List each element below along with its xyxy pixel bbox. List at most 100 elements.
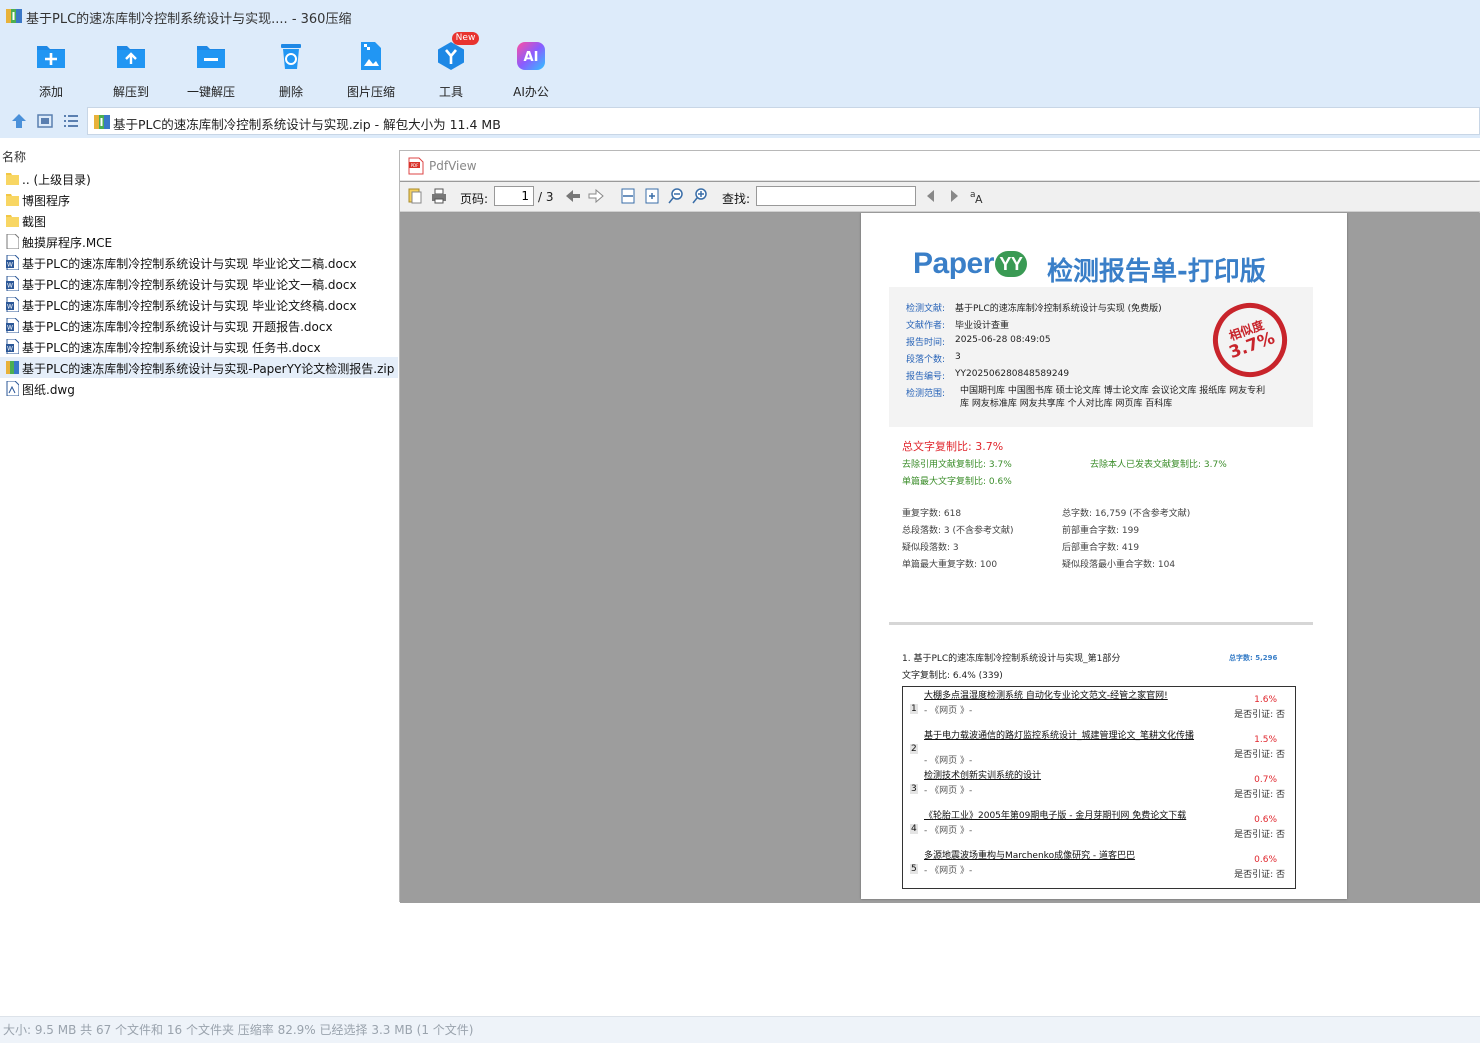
image-compress-button[interactable]: 图片压缩 [333, 39, 409, 101]
address-bar: 基于PLC的速冻库制冷控制系统设计与实现.zip - 解包大小为 11.4 MB [0, 103, 1480, 138]
up-arrow-icon[interactable] [10, 112, 28, 130]
one-click-extract-button[interactable]: 一键解压 [173, 39, 249, 101]
stat-item: 前部重合字数: 199 [1062, 526, 1140, 536]
source-title-link[interactable]: 基于电力载波通信的路灯监控系统设计_城建管理论文_笔耕文化传播 [924, 731, 1212, 742]
print-icon[interactable] [430, 187, 448, 205]
pdf-viewer-titlebar: PDF PdfView [400, 151, 1480, 181]
match-case-icon[interactable]: aA [969, 187, 987, 205]
file-name: 博图程序 [22, 194, 71, 208]
main-toolbar: 添加 解压到 一键解压 删除 图片压缩 工具 AI AI办公 [0, 33, 1480, 103]
path-text: 基于PLC的速冻库制冷控制系统设计与实现.zip - 解包大小为 11.4 MB [113, 117, 501, 132]
svg-text:W: W [7, 325, 13, 332]
folder-icon [6, 192, 19, 207]
pdf-viewer-title: PdfView [429, 159, 477, 173]
archive-window: 基于PLC的速冻库制冷控制系统设计与实现.... - 360压缩 添加 解压到 … [0, 0, 1480, 1043]
zoom-out-icon[interactable] [667, 187, 685, 205]
stat-item: 总字数: 16,759 (不含参考文献) [1062, 509, 1191, 519]
file-name: 图纸.dwg [22, 383, 75, 397]
page-total: / 3 [538, 190, 554, 204]
file-list: 名称 .. (上级目录) 博图程序 截图 触摸屏程序.MCE W 基于PLC的速冻库制冷控… [0, 144, 398, 1016]
source-cited: 是否引证: 否 [1234, 790, 1285, 800]
fit-page-icon[interactable] [643, 187, 661, 205]
file-row[interactable]: W 基于PLC的速冻库制冷控制系统设计与实现 毕业论文二稿.docx [0, 252, 398, 273]
thumbnail-view-icon[interactable] [36, 112, 54, 130]
file-row[interactable]: W 基于PLC的速冻库制冷控制系统设计与实现 毕业论文一稿.docx [0, 273, 398, 294]
source-percent: 1.5% [1254, 735, 1277, 745]
source-title-link[interactable]: 大棚多点温湿度检测系统 自动化专业论文范文-经管之家官网! [924, 691, 1212, 702]
new-badge: New [452, 32, 479, 45]
similarity-stamp: 相似度 3.7% [1202, 292, 1298, 388]
open-file-icon[interactable] [406, 187, 424, 205]
word-doc-icon: W [6, 317, 20, 334]
folder-icon [6, 213, 19, 228]
stat-item: 单篇最大重复字数: 100 [902, 560, 998, 570]
source-title-link[interactable]: 多源地震波场重构与Marchenko成像研究 - 道客巴巴 [924, 851, 1212, 862]
find-label: 查找: [722, 192, 751, 206]
file-row[interactable]: 基于PLC的速冻库制冷控制系统设计与实现-PaperYY论文检测报告.zip [0, 357, 398, 378]
file-row[interactable]: 博图程序 [0, 189, 398, 210]
tools-button[interactable]: 工具 [413, 39, 489, 101]
file-row[interactable]: .. (上级目录) [0, 168, 398, 189]
report-info-box: 检测文献: 基于PLC的速冻库制冷控制系统设计与实现 (免费版) 文献作者: 毕… [889, 287, 1313, 427]
tools-button-label: 工具 [438, 85, 463, 99]
pdf-canvas[interactable]: Paper YY 检测报告单-打印版 检测文献: 基于PLC的速冻库制冷控制系统设… [400, 213, 1480, 903]
add-button[interactable]: 添加 [13, 39, 89, 101]
file-name: .. (上级目录) [22, 173, 91, 187]
stat-item: 后部重合字数: 419 [1062, 543, 1140, 553]
svg-text:AI: AI [524, 50, 539, 65]
info-value: YY202506280848589249 [955, 369, 1070, 379]
file-name: 基于PLC的速冻库制冷控制系统设计与实现-PaperYY论文检测报告.zip [22, 362, 395, 376]
file-name: 截图 [22, 215, 47, 229]
total-copy-ratio: 总文字复制比: 3.7% [902, 440, 1004, 453]
extract-to-button[interactable]: 解压到 [93, 39, 169, 101]
file-row[interactable]: 触摸屏程序.MCE [0, 231, 398, 252]
exclude-self-ratio: 去除本人已发表文献复制比: 3.7% [1090, 460, 1227, 470]
file-row[interactable]: W 基于PLC的速冻库制冷控制系统设计与实现 毕业论文终稿.docx [0, 294, 398, 315]
zip-archive-icon [6, 360, 19, 375]
page-number-input[interactable] [494, 186, 534, 206]
ai-office-button-label: AI办公 [513, 85, 549, 99]
status-text: 大小: 9.5 MB 共 67 个文件和 16 个文件夹 压缩率 82.9% 已… [3, 1023, 474, 1037]
add-button-label: 添加 [38, 85, 63, 99]
title-bar: 基于PLC的速冻库制冷控制系统设计与实现.... - 360压缩 [0, 0, 1480, 33]
source-cited: 是否引证: 否 [1234, 830, 1285, 840]
ai-office-button[interactable]: AI AI办公 [493, 39, 569, 101]
info-key: 报告编号: [906, 372, 946, 382]
source-number: 5 [910, 864, 918, 874]
file-row[interactable]: W 基于PLC的速冻库制冷控制系统设计与实现 开题报告.docx [0, 315, 398, 336]
next-page-icon[interactable] [587, 187, 605, 205]
svg-text:W: W [7, 304, 13, 311]
find-input[interactable] [756, 186, 916, 206]
file-row[interactable]: 截图 [0, 210, 398, 231]
source-title-link[interactable]: 检测技术创新实训系统的设计 [924, 771, 1212, 782]
image-compress-button-label: 图片压缩 [346, 85, 395, 99]
list-view-icon[interactable] [62, 112, 80, 130]
zoom-in-icon[interactable] [691, 187, 709, 205]
source-item: 1 大棚多点温湿度检测系统 自动化专业论文范文-经管之家官网! - 《网页 》- 1.… [903, 691, 1295, 731]
fit-width-icon[interactable] [619, 187, 637, 205]
path-field[interactable]: 基于PLC的速冻库制冷控制系统设计与实现.zip - 解包大小为 11.4 MB [87, 107, 1480, 135]
word-doc-icon: W [6, 296, 20, 313]
source-item: 5 多源地震波场重构与Marchenko成像研究 - 道客巴巴 - 《网页 》- 0.… [903, 851, 1295, 891]
info-value: 毕业设计查重 [955, 321, 1010, 331]
previous-page-icon[interactable] [564, 187, 582, 205]
column-header-name[interactable]: 名称 [2, 148, 26, 165]
status-bar: 大小: 9.5 MB 共 67 个文件和 16 个文件夹 压缩率 82.9% 已… [0, 1016, 1480, 1043]
range-values: 中国期刊库 中国图书库 硕士论文库 博士论文库 会议论文库 报纸库 网友专利库 … [960, 386, 1266, 409]
info-value: 3 [955, 352, 961, 362]
file-row[interactable]: 图纸.dwg [0, 378, 398, 399]
file-row[interactable]: W 基于PLC的速冻库制冷控制系统设计与实现 任务书.docx [0, 336, 398, 357]
file-name: 基于PLC的速冻库制冷控制系统设计与实现 毕业论文二稿.docx [22, 257, 357, 271]
source-title-link[interactable]: 《轮胎工业》2005年第09期电子版 - 金月芽期刊网 免费论文下载 [924, 811, 1212, 822]
find-next-icon[interactable] [945, 187, 963, 205]
folder-icon [6, 171, 19, 186]
one-click-extract-button-label: 一键解压 [186, 85, 235, 99]
find-previous-icon[interactable] [922, 187, 940, 205]
source-cited: 是否引证: 否 [1234, 750, 1285, 760]
source-item: 4 《轮胎工业》2005年第09期电子版 - 金月芽期刊网 免费论文下载 - 《网页… [903, 811, 1295, 851]
info-key: 段落个数: [906, 355, 946, 365]
delete-button[interactable]: 删除 [253, 39, 329, 101]
image-compress-icon [361, 42, 381, 70]
info-value: 2025-06-28 08:49:05 [955, 335, 1051, 345]
source-type: - 《网页 》- [924, 756, 973, 766]
